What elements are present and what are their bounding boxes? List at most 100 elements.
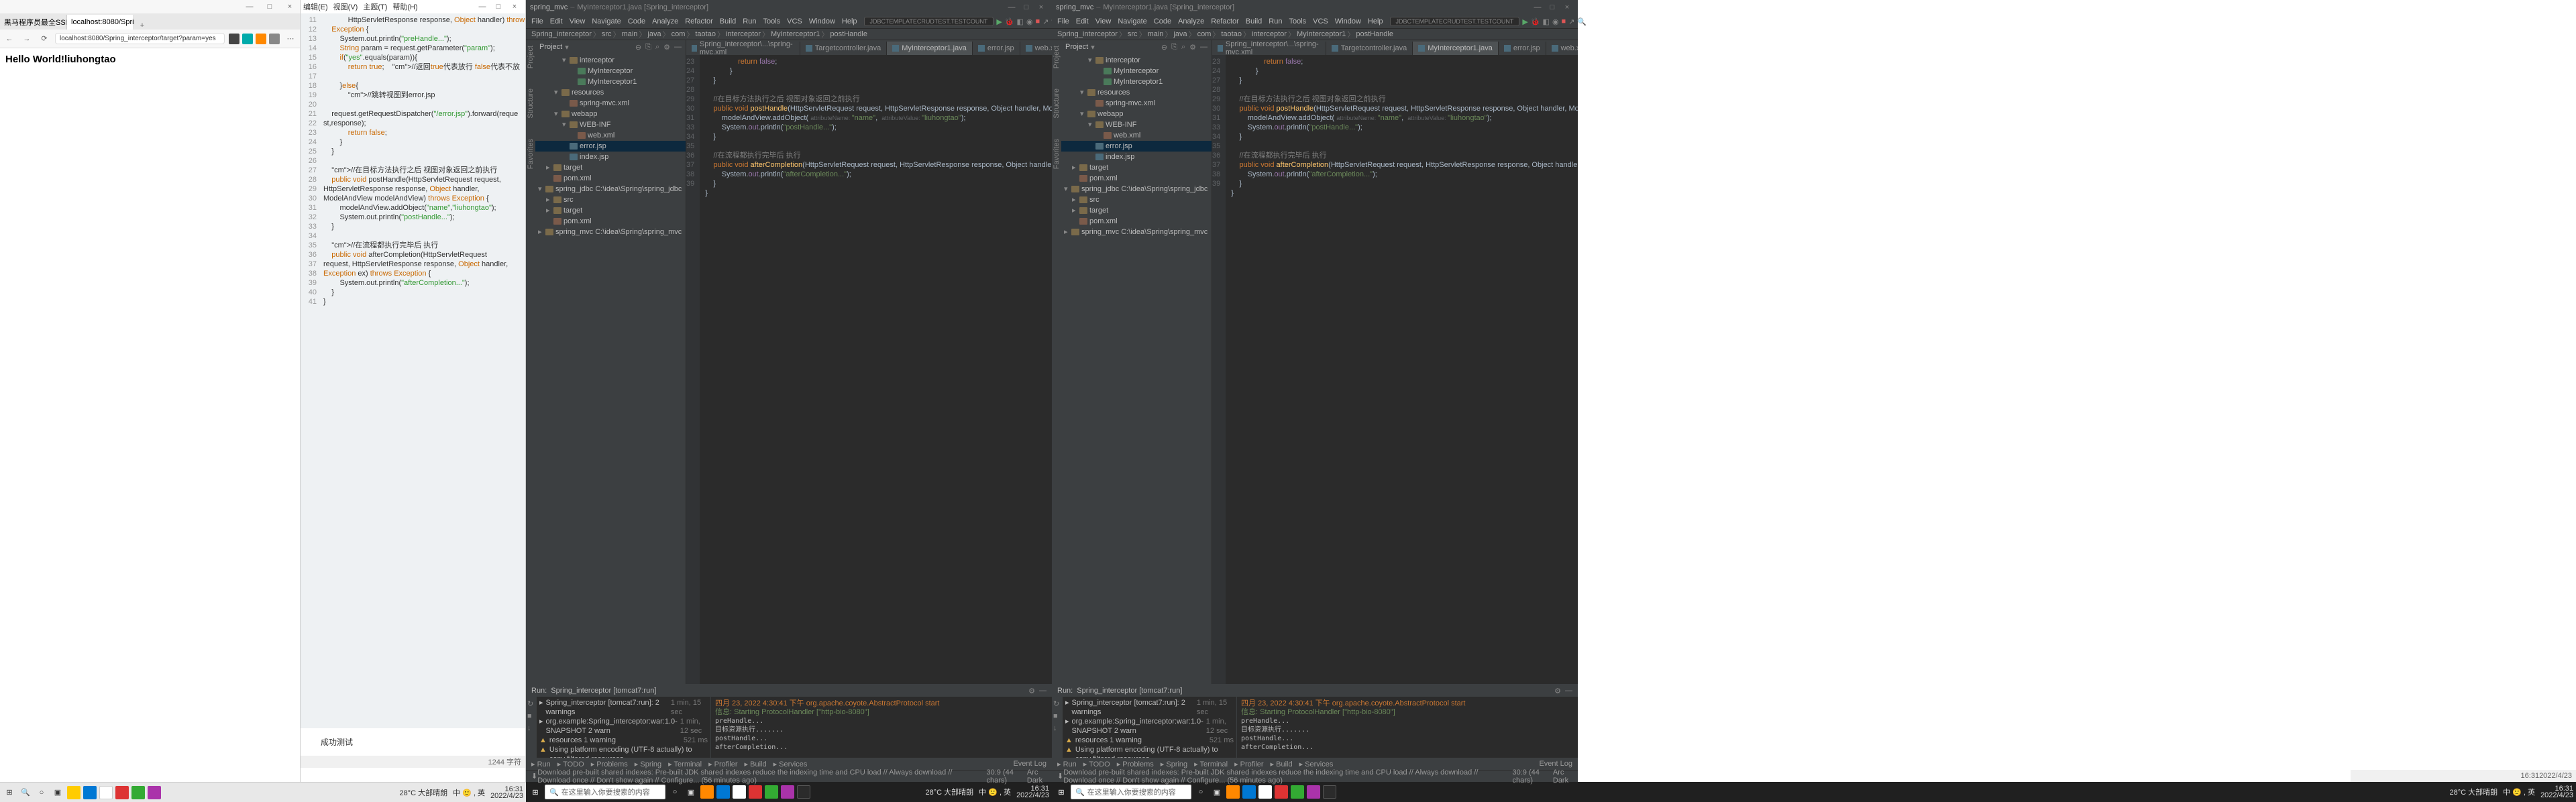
build-item[interactable]: ▸org.example:Spring_interceptor:war:1.0-… — [1065, 717, 1234, 736]
tree-item[interactable]: ▾interceptor — [1061, 55, 1212, 66]
menu-item[interactable]: Run — [1269, 17, 1282, 25]
menu-item[interactable]: Run — [743, 17, 756, 25]
menu-item[interactable]: Tools — [1289, 17, 1306, 25]
toolwindow-tab[interactable]: ▸ Run — [531, 760, 551, 768]
menu-item[interactable]: Tools — [763, 17, 780, 25]
toolwindow-tab[interactable]: ▸ Services — [1299, 760, 1334, 768]
breadcrumb-item[interactable]: src — [1128, 30, 1138, 38]
tree-item[interactable]: ▾WEB-INF — [1061, 119, 1212, 130]
breadcrumb-item[interactable]: java — [1173, 30, 1187, 38]
app-icon[interactable] — [115, 786, 129, 799]
app-icon[interactable] — [67, 786, 80, 799]
stop-icon[interactable]: ■ — [1562, 17, 1566, 25]
tree-item[interactable]: ▸target — [535, 205, 686, 216]
tree-item[interactable]: spring-mvc.xml — [1061, 98, 1212, 109]
min-button[interactable]: — — [1005, 3, 1018, 11]
app-icon[interactable] — [1258, 785, 1272, 799]
menu-item[interactable]: Code — [1154, 17, 1171, 25]
gear-icon[interactable]: ⚙ — [1189, 43, 1196, 52]
min-button[interactable]: — — [239, 3, 260, 11]
editor-tab[interactable]: error.jsp — [1499, 42, 1546, 55]
breadcrumb-item[interactable]: src — [602, 30, 612, 38]
tree-item[interactable]: ▾spring_jdbc C:\idea\Spring\spring_jdbc — [1061, 184, 1212, 194]
breadcrumb-item[interactable]: java — [647, 30, 661, 38]
code-source[interactable]: return false; } } //在目标方法执行之后 视图对象返回之前执行… — [1226, 55, 1578, 684]
min-button[interactable]: — — [474, 3, 490, 11]
menu-item[interactable]: Window — [809, 17, 835, 25]
toolwindow-tab[interactable]: ▸ Spring — [635, 760, 661, 768]
clock[interactable]: 16:31 2022/4/23 — [490, 786, 523, 799]
url-input[interactable]: localhost:8080/Spring_interceptor/target… — [55, 33, 225, 44]
scroll-icon[interactable]: ⎘ — [1171, 43, 1177, 52]
weather[interactable]: 28°C 大部晴朗 — [400, 787, 448, 798]
start-icon[interactable]: ⊞ — [529, 785, 542, 799]
minimize-icon[interactable]: — — [1565, 687, 1572, 695]
tree-item[interactable]: ▸src — [535, 194, 686, 205]
download-icon[interactable]: ⬇ — [531, 772, 537, 781]
stop-icon[interactable]: ■ — [1053, 712, 1061, 720]
menu-item[interactable]: Window — [1335, 17, 1361, 25]
tree-item[interactable]: ▾resources — [1061, 87, 1212, 98]
build-item[interactable]: ▲Using platform encoding (UTF-8 actually… — [1065, 745, 1234, 758]
editor-tab[interactable]: MyInterceptor1.java — [887, 42, 973, 55]
search-input[interactable]: 🔍在这里输入你要搜索的内容 — [1071, 785, 1191, 799]
app-icon[interactable] — [1275, 785, 1288, 799]
close-button[interactable]: × — [280, 3, 300, 11]
menu-item[interactable]: Help — [1368, 17, 1383, 25]
menu-item[interactable]: 编辑(E) — [303, 1, 328, 12]
menu-item[interactable]: VCS — [1313, 17, 1328, 25]
debug-icon[interactable]: 🐞 — [1005, 17, 1014, 26]
toolwindow-tab[interactable]: ▸ Profiler — [708, 760, 737, 768]
menu-item[interactable]: Navigate — [1118, 17, 1146, 25]
theme-name[interactable]: Arc Dark — [1553, 768, 1572, 785]
taskview-icon[interactable]: ▣ — [51, 786, 64, 799]
minimize-icon[interactable]: — — [1200, 43, 1208, 52]
menu-icon[interactable]: ⋯ — [284, 34, 297, 43]
toolwindow-tab[interactable]: ▸ Build — [745, 760, 767, 768]
tree-item[interactable]: pom.xml — [1061, 173, 1212, 184]
search-input[interactable]: 🔍在这里输入你要搜索的内容 — [545, 785, 665, 799]
tree-item[interactable]: MyInterceptor1 — [535, 76, 686, 87]
breadcrumb-item[interactable]: com — [1197, 30, 1212, 38]
weather[interactable]: 28°C 大部晴朗 — [2450, 787, 2498, 797]
menu-item[interactable]: Edit — [1076, 17, 1089, 25]
collapse-icon[interactable]: ⊖ — [1161, 43, 1167, 52]
scroll-icon[interactable]: ⎘ — [645, 43, 651, 52]
back-icon[interactable]: ← — [3, 35, 16, 43]
toolwindow-tab[interactable]: ▸ Problems — [591, 760, 628, 768]
breadcrumb-item[interactable]: interceptor — [1252, 30, 1287, 38]
app-icon[interactable] — [99, 786, 113, 799]
app-icon[interactable] — [148, 786, 161, 799]
menu-item[interactable]: 主题(T) — [363, 1, 387, 12]
close-button[interactable]: × — [506, 3, 523, 11]
gear-icon[interactable]: ⚙ — [1554, 687, 1561, 695]
tree-item[interactable]: ▸src — [1061, 194, 1212, 205]
taskview-icon[interactable]: ▣ — [684, 785, 698, 799]
profile-icon[interactable]: ◉ — [1026, 17, 1033, 26]
breadcrumb-item[interactable]: postHandle — [1356, 30, 1393, 38]
favorites-tool[interactable]: Favorites — [527, 139, 535, 169]
gear-icon[interactable]: ⚙ — [1028, 687, 1035, 695]
event-log[interactable]: Event Log — [1539, 760, 1572, 768]
app-icon[interactable] — [781, 785, 794, 799]
clock[interactable]: 16:312022/4/23 — [2540, 785, 2573, 799]
menu-item[interactable]: Build — [1246, 17, 1262, 25]
build-tree[interactable]: ▸Spring_interceptor [tomcat7:run]: 2 war… — [537, 697, 710, 758]
console[interactable]: 四月 23, 2022 4:30:41 下午 org.apache.coyote… — [711, 697, 1052, 758]
tree-item[interactable]: error.jsp — [535, 141, 686, 152]
toolwindow-tab[interactable]: ▸ TODO — [1083, 760, 1110, 768]
toolwindow-tab[interactable]: ▸ Problems — [1117, 760, 1154, 768]
build-item[interactable]: ▸Spring_interceptor [tomcat7:run]: 2 war… — [1065, 698, 1234, 717]
min-button[interactable]: — — [1531, 3, 1544, 11]
coverage-icon[interactable]: ◧ — [1017, 17, 1024, 26]
menu-item[interactable]: Analyze — [1178, 17, 1204, 25]
breadcrumb-item[interactable]: Spring_interceptor — [531, 30, 592, 38]
new-tab-button[interactable]: + — [134, 21, 150, 30]
download-icon[interactable]: ⬇ — [1057, 772, 1063, 781]
app-icon[interactable] — [1226, 785, 1240, 799]
run-icon[interactable]: ▶ — [996, 17, 1002, 26]
tree-item[interactable]: ▾resources — [535, 87, 686, 98]
app-icon[interactable] — [716, 785, 730, 799]
stop-icon[interactable]: ■ — [1036, 17, 1040, 25]
toolwindow-tab[interactable]: ▸ Services — [773, 760, 808, 768]
